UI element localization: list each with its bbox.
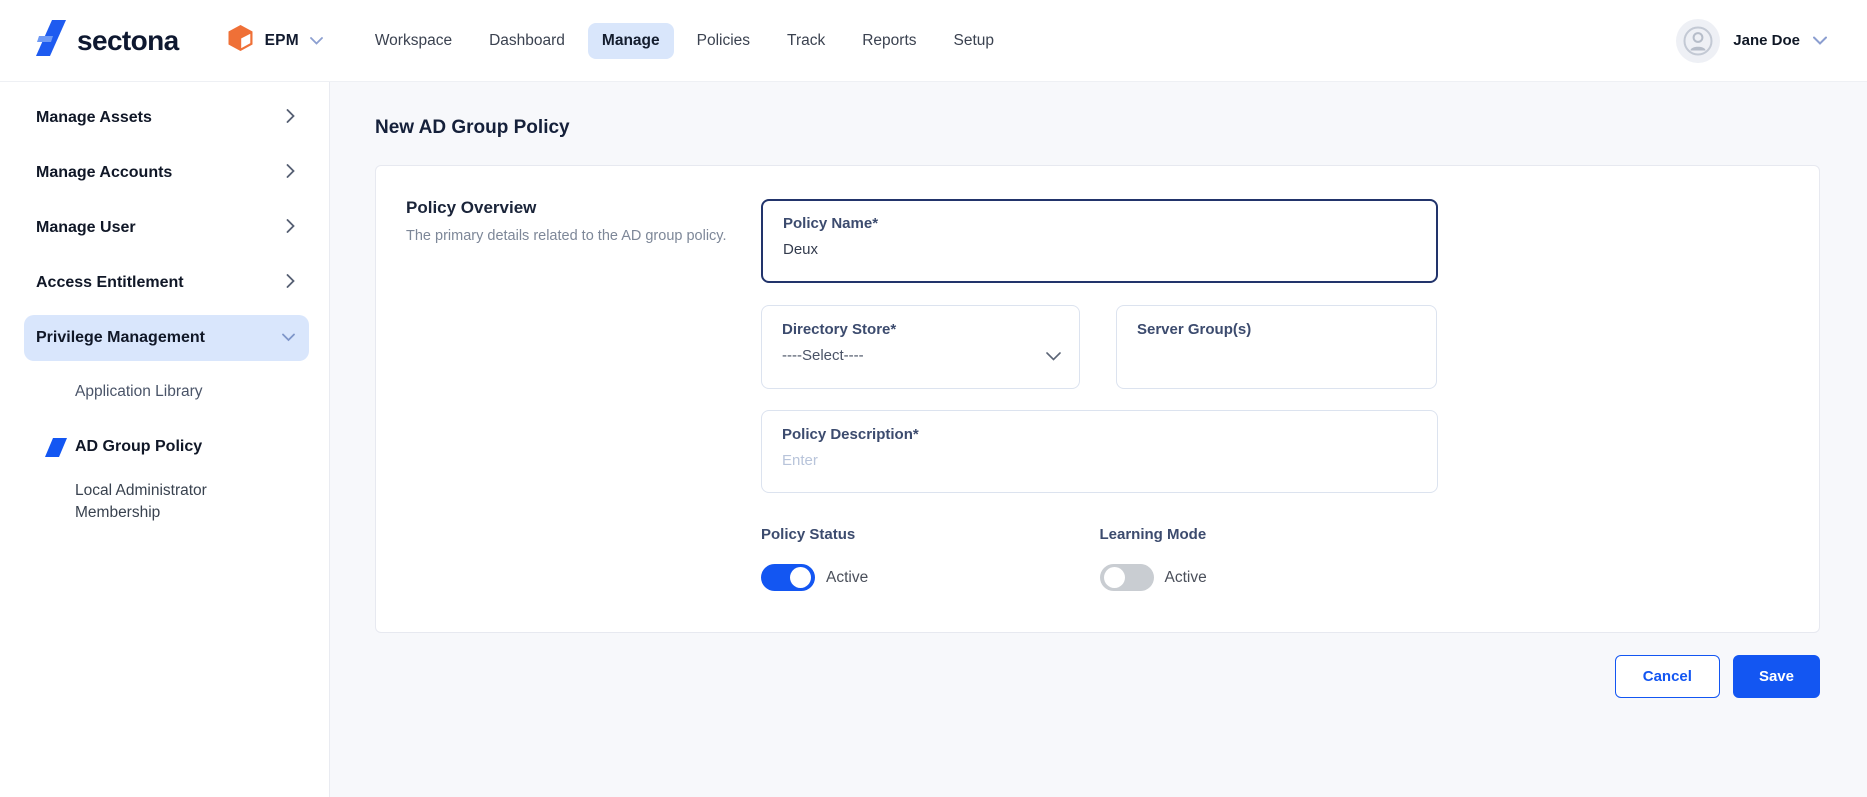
main-content: New AD Group Policy Policy Overview The … [330, 82, 1867, 797]
logo-text: sectona [77, 25, 179, 57]
sidebar-subitem-label: AD Group Policy [75, 438, 202, 456]
chevron-down-icon[interactable] [1046, 348, 1061, 366]
sidebar-item-manage-user[interactable]: Manage User [24, 205, 309, 251]
chevron-right-icon [286, 109, 295, 128]
sidebar-item-label: Manage Assets [36, 109, 152, 127]
sidebar: Manage Assets Manage Accounts Manage Use… [0, 82, 330, 797]
policy-name-field[interactable]: Policy Name* [761, 199, 1438, 283]
policy-description-input[interactable] [782, 452, 1417, 469]
save-button[interactable]: Save [1733, 655, 1820, 698]
server-groups-field[interactable]: Server Group(s) [1116, 305, 1437, 389]
user-name: Jane Doe [1733, 32, 1800, 49]
policy-description-field[interactable]: Policy Description* [761, 410, 1438, 493]
chevron-down-icon [310, 32, 323, 50]
product-switcher[interactable]: EPM [227, 24, 323, 57]
form-actions: Cancel Save [375, 655, 1820, 698]
form-fields: Policy Name* Directory Store* ----Select… [761, 199, 1438, 591]
policy-description-label: Policy Description* [782, 426, 1417, 443]
server-groups-label: Server Group(s) [1137, 321, 1416, 338]
policy-status-toggle[interactable] [761, 564, 815, 591]
policy-name-label: Policy Name* [783, 215, 1416, 232]
sidebar-item-label: Privilege Management [36, 329, 205, 347]
nav-item-policies[interactable]: Policies [683, 23, 764, 59]
learning-mode-group: Learning Mode Active [1100, 526, 1439, 591]
learning-mode-state: Active [1165, 569, 1207, 587]
policy-status-group: Policy Status Active [761, 526, 1100, 591]
sidebar-item-access-entitlement[interactable]: Access Entitlement [24, 260, 309, 306]
toggle-knob [1104, 567, 1125, 588]
policy-overview-card: Policy Overview The primary details rela… [375, 165, 1820, 633]
main-nav: Workspace Dashboard Manage Policies Trac… [361, 23, 1008, 59]
toggles-row: Policy Status Active Learning Mode Activ… [761, 526, 1438, 591]
learning-mode-toggle[interactable] [1100, 564, 1154, 591]
nav-item-dashboard[interactable]: Dashboard [475, 23, 579, 59]
page-title: New AD Group Policy [375, 117, 1820, 139]
epm-cube-icon [227, 24, 254, 57]
policy-name-input[interactable] [783, 241, 1416, 258]
user-menu[interactable]: Jane Doe [1676, 19, 1827, 63]
sidebar-item-label: Manage User [36, 219, 136, 237]
policy-status-label: Policy Status [761, 526, 1100, 543]
sidebar-subitem-ad-group-policy[interactable]: AD Group Policy [45, 425, 309, 469]
chevron-down-icon [282, 329, 295, 347]
cancel-button[interactable]: Cancel [1615, 655, 1720, 698]
section-title: Policy Overview [406, 198, 736, 218]
chevron-down-icon [1813, 32, 1827, 50]
privilege-management-submenu: Application Library AD Group Policy Loca… [0, 370, 329, 525]
nav-item-workspace[interactable]: Workspace [361, 23, 466, 59]
chevron-right-icon [286, 219, 295, 238]
avatar [1676, 19, 1720, 63]
product-label: EPM [265, 32, 299, 50]
chevron-right-icon [286, 274, 295, 293]
directory-store-field[interactable]: Directory Store* ----Select---- [761, 305, 1080, 389]
nav-item-manage[interactable]: Manage [588, 23, 674, 59]
policy-status-state: Active [826, 569, 868, 587]
ad-group-policy-icon [45, 438, 67, 457]
sidebar-subitem-application-library[interactable]: Application Library [45, 370, 309, 414]
chevron-right-icon [286, 164, 295, 183]
directory-store-selected-value: ----Select---- [782, 347, 1059, 364]
sidebar-item-label: Manage Accounts [36, 164, 172, 182]
sidebar-item-manage-assets[interactable]: Manage Assets [24, 95, 309, 141]
directory-store-label: Directory Store* [782, 321, 1059, 338]
section-info: Policy Overview The primary details rela… [406, 198, 736, 247]
sidebar-item-label: Access Entitlement [36, 274, 184, 292]
sectona-bolt-icon [36, 19, 66, 62]
sidebar-item-manage-accounts[interactable]: Manage Accounts [24, 150, 309, 196]
field-row: Directory Store* ----Select---- Server G… [761, 305, 1438, 389]
learning-mode-label: Learning Mode [1100, 526, 1439, 543]
sectona-logo[interactable]: sectona [36, 19, 179, 62]
top-navbar: sectona EPM Workspace Dashboard Manage P… [0, 0, 1867, 82]
section-description: The primary details related to the AD gr… [406, 227, 736, 247]
nav-item-track[interactable]: Track [773, 23, 839, 59]
nav-item-reports[interactable]: Reports [848, 23, 930, 59]
sidebar-item-privilege-management[interactable]: Privilege Management [24, 315, 309, 361]
sidebar-subitem-local-administrator-membership[interactable]: Local Administrator Membership [45, 480, 260, 525]
toggle-knob [790, 567, 811, 588]
nav-item-setup[interactable]: Setup [940, 23, 1009, 59]
